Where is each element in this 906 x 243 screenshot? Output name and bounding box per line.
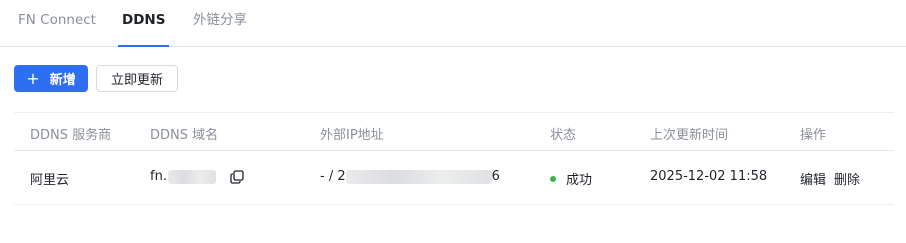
header-actions: 操作: [800, 128, 827, 143]
ddns-page: FN Connect DDNS 外链分享 + 新增 立即更新 DDNS 服务商 …: [0, 0, 906, 243]
plus-icon: +: [26, 68, 40, 88]
domain-text: fn.: [150, 169, 167, 184]
redacted-ip: [345, 169, 492, 184]
header-provider: DDNS 服务商: [30, 128, 112, 143]
ip-text-end: 6: [491, 169, 500, 184]
cell-external-ip: - / 2 6: [320, 169, 500, 184]
delete-link[interactable]: 删除: [834, 169, 860, 188]
header-external-ip: 外部IP地址: [320, 128, 384, 143]
table-header: DDNS 服务商 DDNS 域名 外部IP地址 状态 上次更新时间 操作: [14, 112, 894, 151]
tab-label: DDNS: [122, 12, 166, 28]
cell-provider: 阿里云: [30, 173, 70, 188]
copy-icon[interactable]: [230, 169, 244, 184]
header-last-updated: 上次更新时间: [650, 128, 729, 143]
tab-share-links[interactable]: 外链分享: [193, 12, 247, 46]
add-button-label: 新增: [49, 73, 76, 88]
tab-label: 外链分享: [193, 12, 247, 28]
redacted-domain: [167, 169, 216, 184]
tab-label: FN Connect: [18, 12, 96, 28]
header-domain: DDNS 域名: [150, 128, 219, 143]
cell-actions: 编辑 删除: [800, 169, 860, 188]
ddns-table: DDNS 服务商 DDNS 域名 外部IP地址 状态 上次更新时间 操作 阿里云…: [14, 112, 894, 205]
tab-fn-connect[interactable]: FN Connect: [18, 12, 96, 46]
cell-status: 成功: [550, 169, 592, 188]
header-status: 状态: [550, 128, 577, 143]
add-button[interactable]: + 新增: [14, 65, 88, 92]
active-tab-indicator: [118, 45, 170, 47]
status-success-dot: [550, 175, 556, 182]
tab-bar: FN Connect DDNS 外链分享: [0, 0, 906, 47]
ip-text-start: - / 2: [320, 169, 346, 184]
refresh-button-label: 立即更新: [110, 73, 163, 88]
status-text: 成功: [566, 173, 593, 188]
cell-last-updated: 2025-12-02 11:58: [650, 169, 768, 184]
cell-domain: fn.: [150, 169, 244, 184]
table-row: 阿里云 fn. - / 2 6 成功 2025-12-02 11:58 编辑 删…: [14, 151, 894, 205]
refresh-now-button[interactable]: 立即更新: [96, 65, 178, 92]
edit-link[interactable]: 编辑: [800, 169, 826, 188]
tab-ddns[interactable]: DDNS: [118, 12, 170, 47]
